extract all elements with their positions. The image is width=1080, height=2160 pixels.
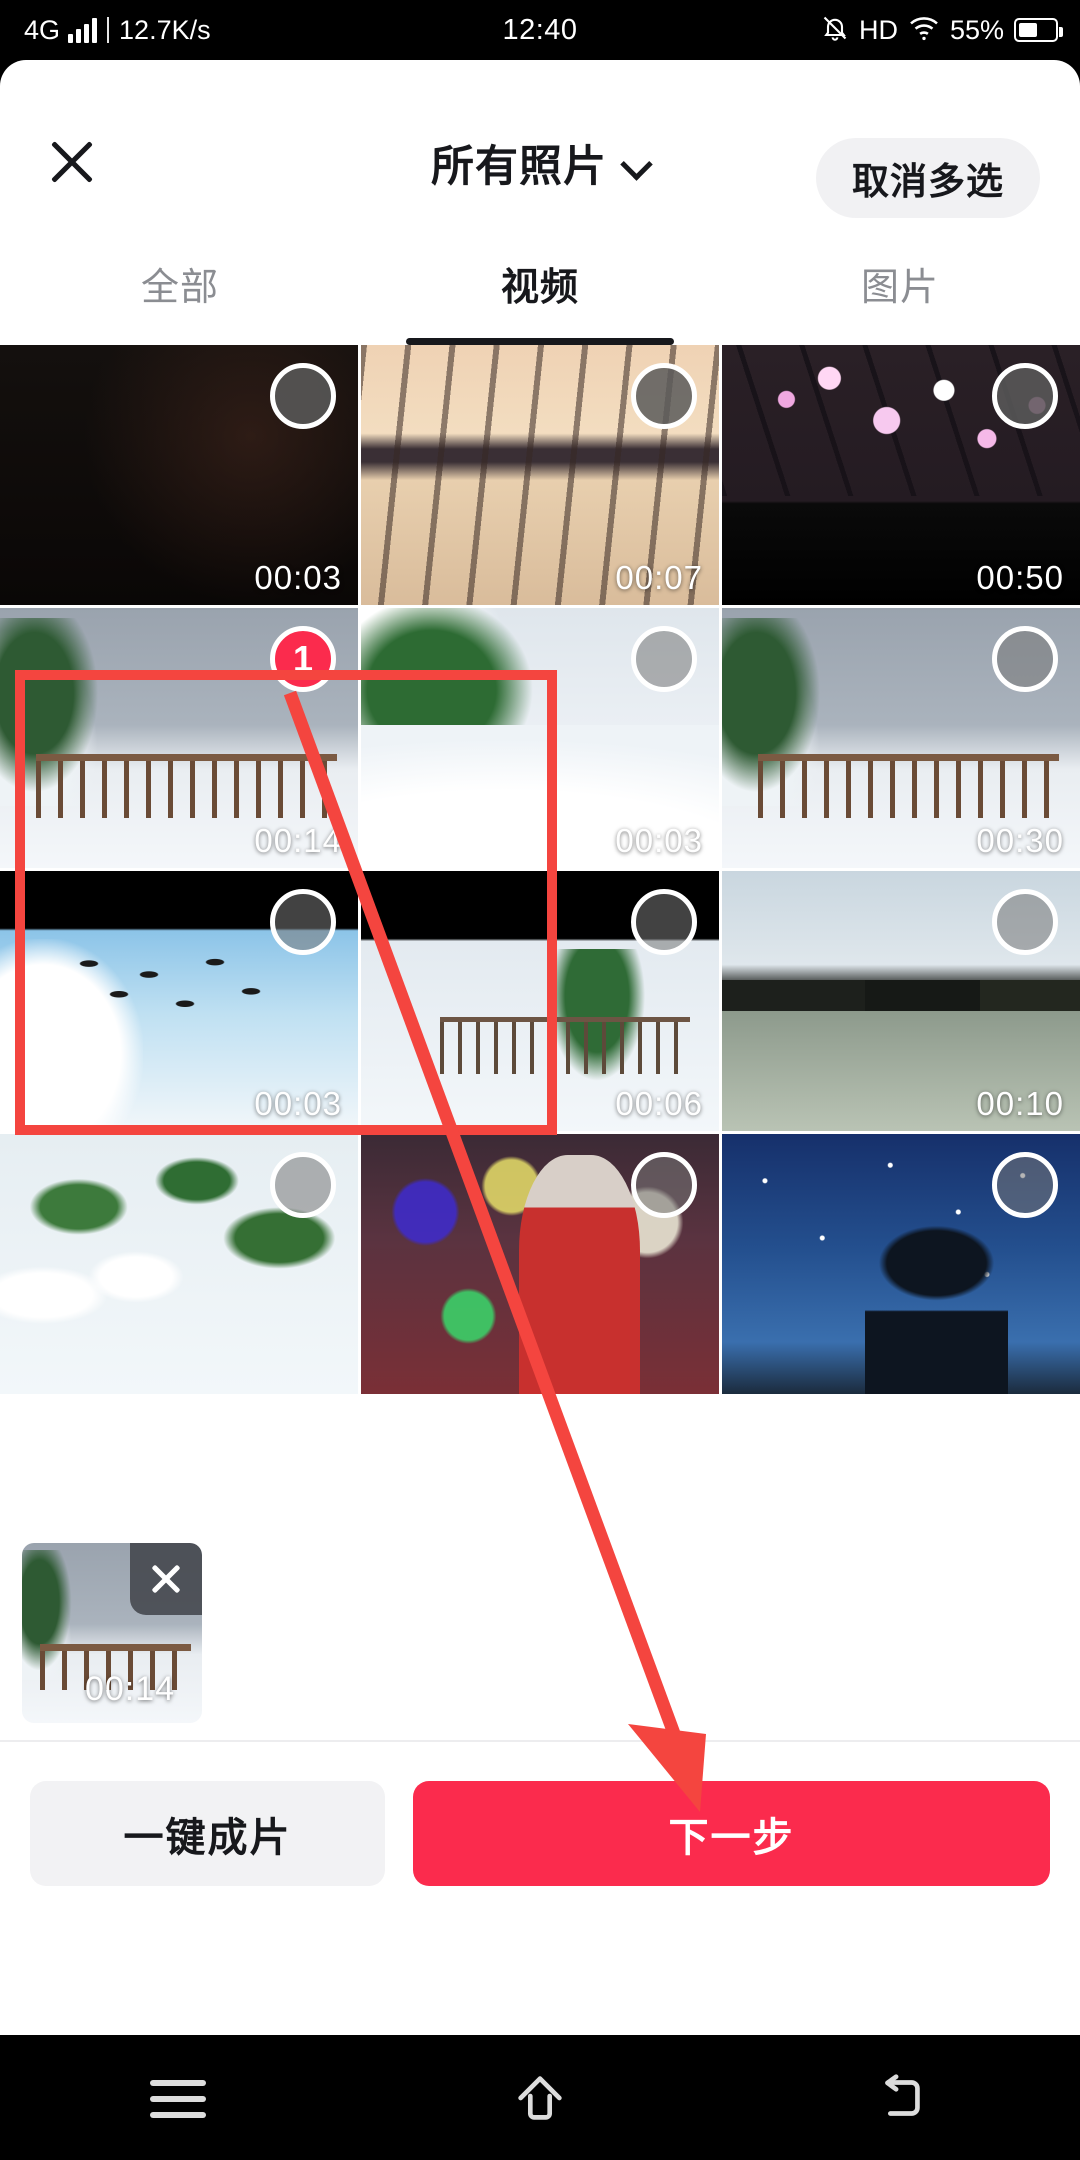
media-type-tabs: 全部 视频 图片 <box>0 250 1080 345</box>
phone-screen: 4G 12.7K/s 12:40 HD 55% 所有照片 取消多选 全部 视频 … <box>0 0 1080 2160</box>
selection-circle[interactable] <box>631 1152 697 1218</box>
tab-video-label: 视频 <box>500 267 579 309</box>
app-sheet: 所有照片 取消多选 全部 视频 图片 00:03 00:07 00:50 1 00:14… <box>0 60 1080 2035</box>
page-title: 所有照片 <box>431 143 607 191</box>
home-arrow-icon[interactable] <box>480 2058 600 2138</box>
media-grid-item[interactable]: 00:07 <box>361 345 719 605</box>
chevron-down-icon <box>623 150 649 176</box>
wifi-icon <box>908 15 940 46</box>
auto-create-button[interactable]: 一键成片 <box>30 1781 385 1886</box>
menu-icon[interactable] <box>120 2058 240 2138</box>
media-grid-item[interactable]: 00:03 <box>0 345 358 605</box>
status-bar: 4G 12.7K/s 12:40 HD 55% <box>0 0 1080 60</box>
selection-circle[interactable] <box>631 889 697 955</box>
tab-all[interactable]: 全部 <box>0 250 360 345</box>
hd-label: HD <box>858 14 898 45</box>
media-grid-item[interactable]: 00:03 <box>361 608 719 868</box>
media-grid-item[interactable]: 00:30 <box>722 608 1080 868</box>
media-duration-label: 00:03 <box>254 1085 342 1122</box>
media-grid-item[interactable]: 00:06 <box>361 871 719 1131</box>
media-grid-item[interactable] <box>361 1134 719 1394</box>
media-grid-item[interactable] <box>722 1134 1080 1394</box>
tab-video[interactable]: 视频 <box>360 250 720 345</box>
media-grid-item[interactable]: 1 00:14 <box>0 608 358 868</box>
back-arrow-icon[interactable] <box>840 2058 960 2138</box>
app-bar: 所有照片 取消多选 <box>0 60 1080 250</box>
tab-underline-active <box>406 338 674 345</box>
remove-close-icon[interactable] <box>130 1543 202 1615</box>
tab-all-label: 全部 <box>140 267 219 309</box>
selection-circle[interactable] <box>992 363 1058 429</box>
selected-tray: 00:14 <box>0 1525 1080 1740</box>
tray-duration-label: 00:14 <box>84 1670 176 1708</box>
media-duration-label: 00:03 <box>254 559 342 596</box>
selection-circle[interactable] <box>270 363 336 429</box>
bottom-action-bar: 一键成片 下一步 <box>0 1740 1080 1925</box>
media-duration-label: 00:06 <box>615 1085 703 1122</box>
media-duration-label: 00:10 <box>976 1085 1064 1122</box>
battery-icon <box>1014 18 1063 42</box>
media-grid: 00:03 00:07 00:50 1 00:14 00:03 00:30 00:03 00:0… <box>0 345 1080 1525</box>
android-navigation-bar <box>0 2035 1080 2160</box>
media-grid-item[interactable]: 00:10 <box>722 871 1080 1131</box>
status-right: HD 55% <box>821 13 1063 48</box>
tray-item[interactable]: 00:14 <box>22 1543 202 1723</box>
media-duration-label: 00:07 <box>615 559 703 596</box>
cancel-multiselect-button[interactable]: 取消多选 <box>816 138 1040 218</box>
selection-circle[interactable] <box>992 1152 1058 1218</box>
selection-circle[interactable] <box>270 1152 336 1218</box>
media-grid-item[interactable]: 00:50 <box>722 345 1080 605</box>
selection-circle[interactable] <box>992 889 1058 955</box>
media-grid-item[interactable] <box>0 1134 358 1394</box>
media-duration-label: 00:50 <box>976 559 1064 596</box>
selection-circle[interactable] <box>992 626 1058 692</box>
media-grid-item[interactable]: 00:03 <box>0 871 358 1131</box>
selection-circle[interactable] <box>631 363 697 429</box>
selection-circle[interactable] <box>270 889 336 955</box>
media-duration-label: 00:30 <box>976 822 1064 859</box>
tab-image[interactable]: 图片 <box>720 250 1080 345</box>
next-step-button[interactable]: 下一步 <box>413 1781 1050 1886</box>
media-duration-label: 00:03 <box>615 822 703 859</box>
media-duration-label: 00:14 <box>254 822 342 859</box>
battery-percent-label: 55% <box>949 14 1004 45</box>
selection-circle[interactable] <box>631 626 697 692</box>
tab-image-label: 图片 <box>860 267 939 309</box>
mute-bell-icon <box>821 13 849 48</box>
selection-badge-selected[interactable]: 1 <box>270 626 336 692</box>
